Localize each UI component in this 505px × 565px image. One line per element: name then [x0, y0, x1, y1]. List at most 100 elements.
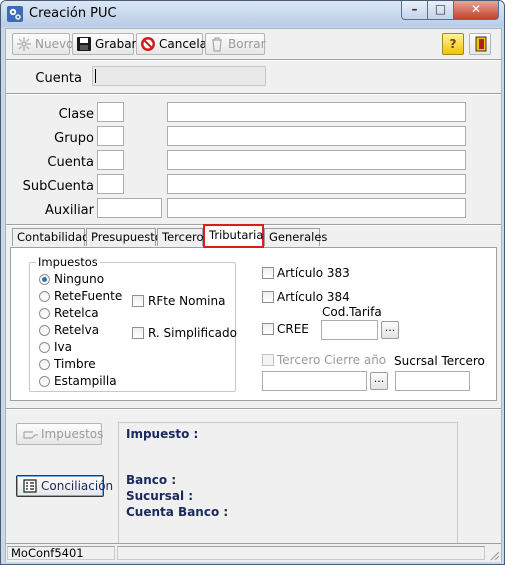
new-icon — [17, 37, 31, 51]
auxiliar-name-field[interactable] — [167, 198, 466, 218]
impuestos-button-label: Impuestos — [41, 427, 104, 441]
resize-grip-icon[interactable] — [488, 549, 500, 561]
borrar-label: Borrar — [228, 37, 266, 51]
borrar-button[interactable]: Borrar — [205, 33, 266, 55]
subcuenta-name-field[interactable] — [167, 174, 466, 194]
articulo-384-label: Artículo 384 — [277, 290, 350, 304]
radio-retelva[interactable] — [39, 325, 50, 336]
help-icon: ? — [449, 37, 457, 51]
subcuenta-label: SubCuenta — [22, 179, 94, 194]
exit-door-icon — [475, 36, 487, 52]
radio-timbre[interactable] — [39, 359, 50, 370]
radio-retefuente[interactable] — [39, 291, 50, 302]
radio-iva[interactable] — [39, 342, 50, 353]
save-disk-icon — [77, 37, 91, 51]
clase-name-field[interactable] — [167, 102, 466, 122]
articulo-383-label: Artículo 383 — [277, 266, 350, 280]
banco-info-label: Banco : — [126, 473, 177, 487]
document-list-icon — [23, 479, 37, 493]
articulo-383-checkbox[interactable] — [262, 267, 274, 279]
form-client-area: Nuevo Grabar Cancelar Borrar ? Cuenta Cl… — [5, 28, 502, 562]
grabar-button[interactable]: Grabar — [72, 33, 137, 55]
tributaria-panel: Impuestos Ninguno ReteFuente Retelca Ret… — [10, 247, 497, 401]
cuenta-code-field[interactable] — [97, 150, 124, 170]
grupo-code-field[interactable] — [97, 126, 124, 146]
maximize-button[interactable]: □ — [427, 1, 454, 20]
sucursal-info-label: Sucursal : — [126, 489, 194, 503]
r-simplificado-label: R. Simplificado — [148, 326, 237, 340]
tab-generales[interactable]: Generales — [264, 228, 327, 246]
tercero-browse-button[interactable]: ... — [370, 372, 388, 390]
tercero-cierre-checkbox[interactable] — [262, 354, 274, 366]
tercero-cierre-field[interactable] — [262, 371, 367, 391]
cree-checkbox[interactable] — [262, 323, 274, 335]
radio-retelva-label: Retelva — [54, 323, 100, 337]
impuestos-button[interactable]: Impuestos — [16, 423, 104, 445]
cod-tarifa-browse-button[interactable]: ... — [381, 321, 399, 339]
help-button[interactable]: ? — [442, 33, 464, 55]
conciliacion-button-label: Conciliación — [41, 479, 114, 493]
status-message-cell — [117, 546, 485, 560]
title-bar: Creación PUC – □ ✕ — [1, 1, 504, 27]
delete-icon — [212, 37, 222, 52]
radio-ninguno[interactable] — [39, 274, 50, 285]
tab-tercero[interactable]: Tercero — [157, 228, 204, 246]
tab-control: Contabilidad Presupuesto Tercero Tributa… — [10, 224, 497, 405]
cancelar-button[interactable]: Cancelar — [136, 33, 212, 55]
cuenta-name-field[interactable] — [167, 150, 466, 170]
bank-info-panel: Impuesto : Banco : Sucursal : Cuenta Ban… — [118, 422, 458, 558]
radio-estampilla-label: Estampilla — [54, 374, 117, 388]
minimize-button[interactable]: – — [401, 1, 428, 20]
app-window: Creación PUC – □ ✕ Nuevo Grabar Cancelar… — [0, 0, 505, 565]
tab-tributaria[interactable]: Tributaria — [203, 224, 264, 248]
close-button[interactable]: ✕ — [453, 1, 499, 20]
window-title: Creación PUC — [29, 6, 117, 21]
subcuenta-code-field[interactable] — [97, 174, 124, 194]
tabs-separator — [6, 408, 501, 410]
radio-iva-label: Iva — [54, 340, 72, 354]
gear-app-icon — [7, 6, 23, 22]
cree-label: CREE — [277, 322, 309, 336]
exit-button[interactable] — [469, 33, 491, 55]
tab-presupuesto[interactable]: Presupuesto — [86, 228, 162, 246]
cuenta-header-field[interactable] — [92, 66, 266, 86]
impuestos-groupbox: Impuestos Ninguno ReteFuente Retelca Ret… — [29, 255, 237, 392]
status-bar: MoConf5401 — [6, 543, 501, 562]
radio-timbre-label: Timbre — [54, 357, 96, 371]
status-form-name: MoConf5401 — [7, 546, 115, 560]
auxiliar-code-field[interactable] — [97, 198, 162, 218]
nuevo-label: Nuevo — [35, 37, 74, 51]
clase-label: Clase — [58, 107, 94, 122]
radio-estampilla[interactable] — [39, 376, 50, 387]
radio-retefuente-label: ReteFuente — [54, 289, 123, 303]
grupo-name-field[interactable] — [167, 126, 466, 146]
cuenta-header-label: Cuenta — [35, 71, 82, 86]
cuenta-label: Cuenta — [47, 155, 94, 170]
sucursal-tercero-field[interactable] — [395, 371, 470, 391]
conciliacion-button[interactable]: Conciliación — [16, 475, 113, 497]
radio-ninguno-label: Ninguno — [54, 272, 105, 286]
r-simplificado-checkbox[interactable] — [132, 327, 144, 339]
cancelar-label: Cancelar — [159, 37, 212, 51]
sucursal-tercero-label: Sucrsal Tercero — [394, 354, 485, 368]
rfte-nomina-checkbox[interactable] — [132, 295, 144, 307]
cancel-icon — [141, 37, 155, 51]
grabar-label: Grabar — [95, 37, 137, 51]
text-caret — [95, 69, 96, 83]
toolbar-separator — [6, 59, 501, 61]
auxiliar-label: Auxiliar — [45, 203, 94, 218]
articulo-384-checkbox[interactable] — [262, 291, 274, 303]
clase-code-field[interactable] — [97, 102, 124, 122]
cod-tarifa-label: Cod.Tarifa — [322, 305, 382, 319]
cod-tarifa-field[interactable] — [321, 320, 378, 340]
rfte-nomina-label: RFte Nomina — [148, 294, 226, 308]
pointing-hand-icon — [23, 431, 38, 439]
header-separator — [6, 93, 501, 95]
tab-contabilidad[interactable]: Contabilidad — [12, 228, 89, 246]
impuesto-info-label: Impuesto : — [126, 427, 199, 441]
radio-retelca[interactable] — [39, 308, 50, 319]
tercero-cierre-label: Tercero Cierre año — [277, 353, 387, 367]
grupo-label: Grupo — [54, 131, 94, 146]
impuestos-group-title: Impuestos — [36, 255, 100, 269]
nuevo-button[interactable]: Nuevo — [12, 33, 74, 55]
